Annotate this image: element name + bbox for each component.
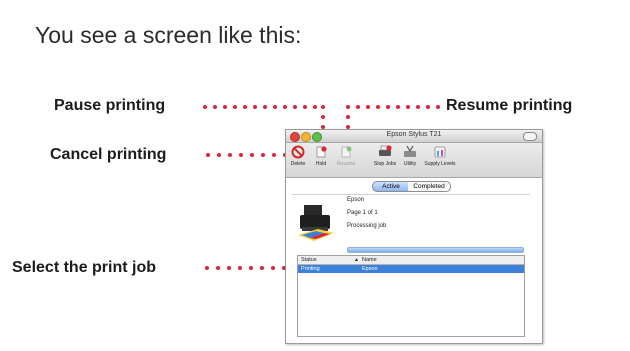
hold-icon: [316, 146, 327, 158]
resume-icon: [341, 146, 352, 158]
tab-active[interactable]: Active: [372, 181, 410, 192]
toolbar-toggle-button[interactable]: [523, 132, 537, 141]
hold-button[interactable]: Hold: [312, 145, 330, 167]
utility-button-label: Utility: [403, 161, 417, 167]
supply-levels-button[interactable]: Supply Levels: [423, 145, 457, 167]
window-toolbar: Delete Hold Resume Stop Jobs Utility Sup…: [286, 143, 542, 178]
window-titlebar[interactable]: Epson Stylus T21: [286, 130, 542, 143]
job-progress-bar: [347, 247, 524, 253]
job-page-count: Page 1 of 1: [347, 210, 378, 216]
column-header-status[interactable]: Status: [301, 256, 317, 264]
row-status: Printing: [301, 266, 320, 272]
ink-cartridge-icon: [434, 146, 446, 158]
window-title: Epson Stylus T21: [386, 131, 442, 138]
job-list-table: Status ▲ Name Printing Epson: [297, 255, 525, 337]
tab-completed[interactable]: Completed: [408, 181, 451, 192]
printer-icon: [298, 205, 334, 241]
row-name: Epson: [362, 266, 378, 272]
cancel-leader-dots: [206, 152, 298, 158]
resume-button[interactable]: Resume: [334, 145, 358, 167]
table-row[interactable]: Printing Epson: [298, 265, 524, 273]
table-header: Status ▲ Name: [298, 256, 524, 265]
delete-button[interactable]: Delete: [288, 145, 308, 167]
job-printer-name: Epson: [347, 197, 365, 203]
hold-button-label: Hold: [315, 161, 327, 167]
job-status-text: Processing job: [347, 223, 387, 229]
stop-jobs-button[interactable]: Stop Jobs: [371, 145, 399, 167]
resume-button-label: Resume: [336, 161, 356, 167]
job-info-panel: Epson Page 1 of 1 Processing job: [292, 194, 530, 247]
utility-button[interactable]: Utility: [400, 145, 420, 167]
column-header-name[interactable]: Name: [362, 256, 377, 264]
stop-jobs-button-label: Stop Jobs: [373, 161, 397, 167]
delete-button-label: Delete: [290, 161, 306, 167]
delete-icon: [291, 145, 305, 159]
printer-stop-icon: [379, 145, 392, 156]
supply-levels-button-label: Supply Levels: [424, 161, 456, 167]
job-tabs: Active Completed: [286, 181, 542, 193]
print-queue-window: Epson Stylus T21 Delete Hold Resume Stop…: [285, 129, 543, 344]
utility-icon: [404, 145, 416, 157]
sort-arrow-icon: ▲: [354, 257, 359, 263]
